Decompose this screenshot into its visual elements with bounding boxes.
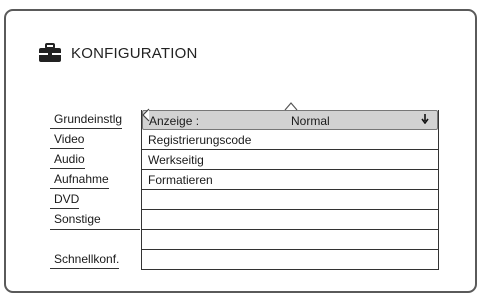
menu-item-sonstige[interactable]: Sonstige (50, 210, 101, 229)
menu-item-audio[interactable]: Audio (50, 150, 85, 169)
menu-item-dvd[interactable]: DVD (50, 190, 80, 209)
option-werkseitig[interactable]: Werkseitig (142, 150, 438, 170)
anzeige-value: Normal (291, 114, 330, 128)
panel-row-empty-3 (142, 230, 438, 250)
panel-row-empty-1 (142, 190, 438, 210)
caret-up-icon (284, 102, 298, 111)
option-formatieren[interactable]: Formatieren (142, 170, 438, 190)
menu-item-video[interactable]: Video (50, 130, 85, 149)
panel-row-empty-2 (142, 210, 438, 230)
menu-item-empty (50, 230, 54, 249)
settings-panel: Anzeige : Normal Registrierungscode Werk… (141, 110, 439, 270)
arrow-down-icon (421, 111, 429, 131)
menu-pointer-icon (142, 108, 150, 122)
option-registrierungscode[interactable]: Registrierungscode (142, 130, 438, 150)
title-text: KONFIGURATION (71, 44, 198, 62)
menu-divider (50, 229, 140, 230)
toolbox-icon (39, 43, 61, 62)
page-title: KONFIGURATION (38, 43, 198, 63)
menu-item-aufnahme[interactable]: Aufnahme (50, 170, 109, 189)
menu-item-schnellkonf[interactable]: Schnellkonf. (50, 250, 120, 269)
menu-item-grundeinstlg[interactable]: Grundeinstlg (50, 110, 123, 129)
anzeige-label: Anzeige : (149, 114, 200, 128)
anzeige-select[interactable]: Anzeige : Normal (142, 110, 438, 130)
